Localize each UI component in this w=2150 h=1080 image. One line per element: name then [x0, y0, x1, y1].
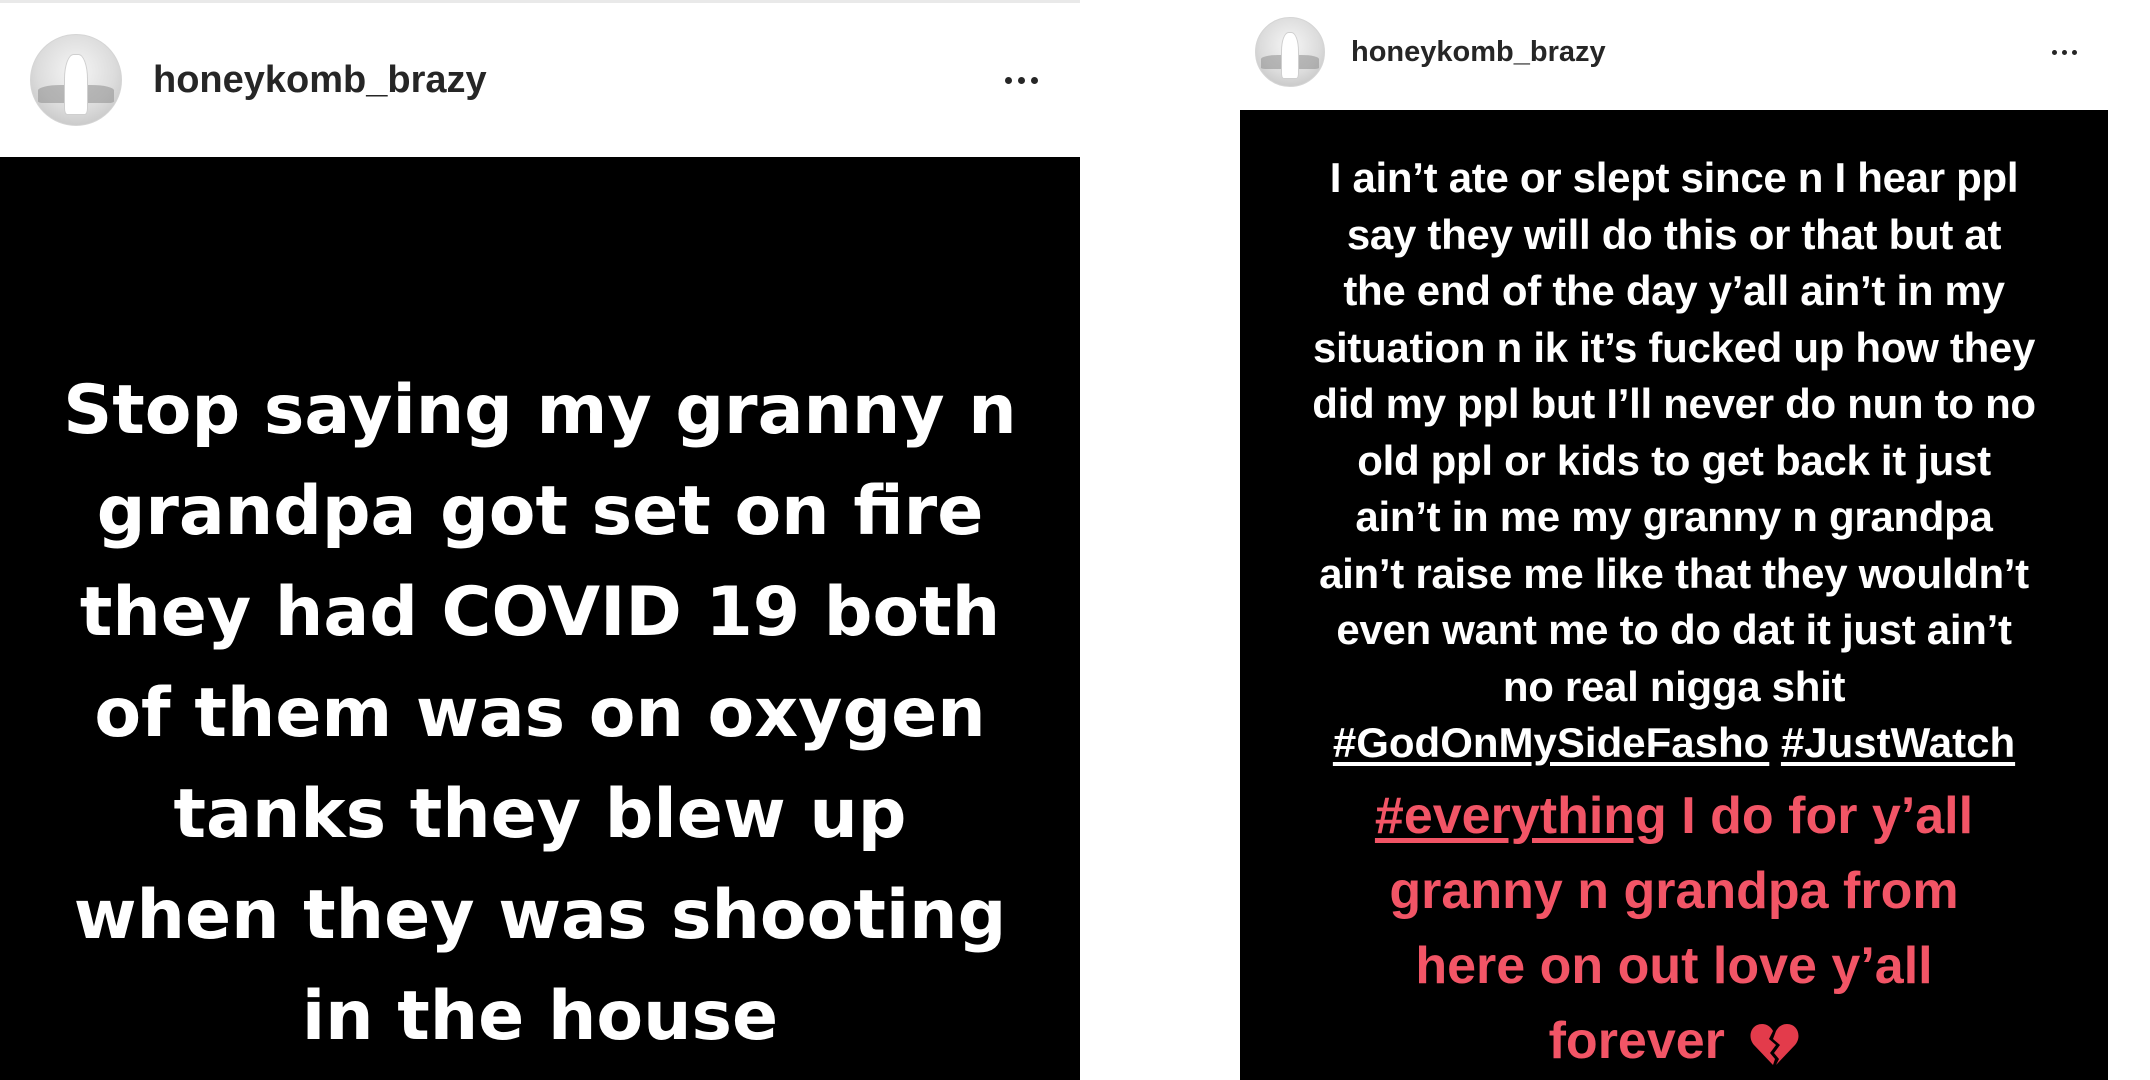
avatar-person-shape — [65, 54, 87, 115]
red-text: forever — [1548, 1012, 1725, 1070]
red-line-3: here on out love y’all — [1415, 937, 1933, 995]
post-header: honeykomb_brazy — [30, 34, 1050, 126]
more-options-icon[interactable] — [2047, 49, 2077, 55]
username[interactable]: honeykomb_brazy — [153, 59, 487, 102]
story-text-panel: Stop saying my granny n grandpa got set … — [0, 157, 1080, 1080]
story-text-panel: I ain’t ate or slept since n I hear ppl … — [1240, 110, 2108, 1080]
top-divider — [0, 0, 1080, 3]
avatar[interactable] — [1255, 17, 1325, 87]
hashtag-everything[interactable]: #everything — [1375, 787, 1667, 845]
red-line-2: granny n grandpa from — [1389, 862, 1959, 920]
post-header: honeykomb_brazy — [1255, 17, 2085, 87]
hashtag-godonmysidefasho[interactable]: #GodOnMySideFasho — [1333, 719, 1769, 766]
left-post-panel: honeykomb_brazy Stop saying my granny n … — [0, 0, 1080, 1080]
story-text: I ain’t ate or slept since n I hear ppl … — [1312, 154, 2036, 710]
more-options-icon[interactable] — [999, 76, 1038, 84]
username[interactable]: honeykomb_brazy — [1351, 36, 1606, 69]
red-message: #everything I do for y’all granny n gran… — [1258, 779, 2090, 1079]
avatar[interactable] — [30, 34, 122, 126]
broken-heart-icon — [1750, 1024, 1799, 1066]
hashtag-justwatch[interactable]: #JustWatch — [1781, 719, 2015, 766]
avatar-person-shape — [1281, 32, 1299, 78]
hashtag-line: #GodOnMySideFasho #JustWatch — [1258, 715, 2090, 771]
red-line-4: forever — [1258, 1004, 2090, 1079]
red-text: I do for y’all — [1666, 787, 1974, 845]
story-text: Stop saying my granny n grandpa got set … — [63, 371, 1017, 1056]
red-line-1: #everything I do for y’all — [1258, 779, 2090, 854]
right-post-panel: honeykomb_brazy I ain’t ate or slept sin… — [1080, 0, 2150, 1080]
